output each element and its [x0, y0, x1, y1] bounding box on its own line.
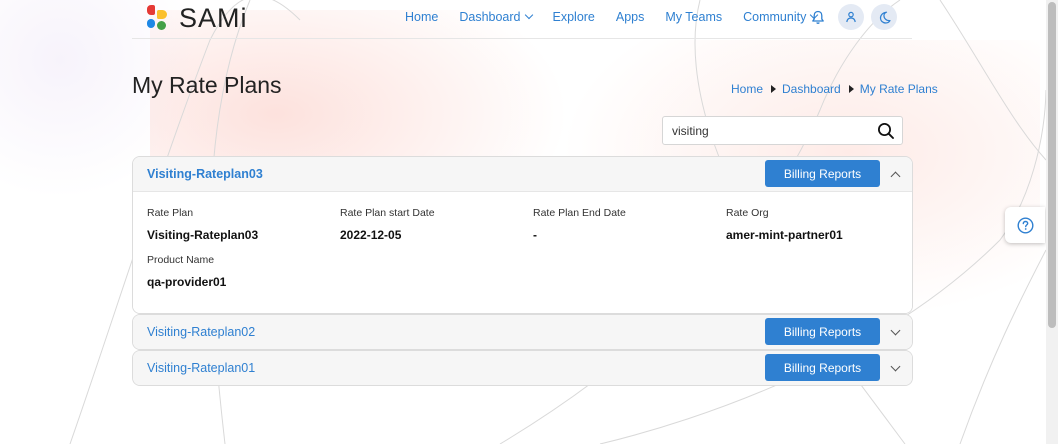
nav-dashboard[interactable]: Dashboard [459, 10, 533, 24]
bell-icon [812, 10, 824, 24]
scrollbar-thumb[interactable] [1048, 2, 1056, 328]
collapse-toggle[interactable] [888, 167, 902, 181]
nav-home[interactable]: Home [405, 10, 438, 24]
field-label: Rate Plan [147, 207, 194, 219]
logo-text: SAMi [179, 3, 248, 33]
field-end-date: Rate Plan End Date - [533, 207, 626, 242]
page-title: My Rate Plans [132, 72, 282, 98]
billing-reports-button[interactable]: Billing Reports [765, 160, 880, 187]
breadcrumb-separator-icon [848, 85, 854, 93]
notifications-button[interactable] [805, 4, 831, 30]
page-scrollbar[interactable] [1046, 0, 1058, 444]
nav-explore-label: Explore [552, 10, 595, 24]
chevron-down-icon [890, 325, 900, 335]
rate-plan-card: Visiting-Rateplan03 Billing Reports Rate… [132, 156, 913, 314]
field-label: Rate Org [726, 207, 769, 219]
user-profile-button[interactable] [838, 4, 864, 30]
rate-plan-header[interactable]: Visiting-Rateplan03 Billing Reports [133, 157, 912, 191]
field-product-name: Product Name qa-provider01 [147, 254, 226, 289]
nav-apps-label: Apps [615, 10, 645, 24]
expand-toggle[interactable] [888, 325, 902, 339]
field-label: Rate Plan End Date [533, 207, 626, 219]
billing-reports-button[interactable]: Billing Reports [765, 354, 880, 381]
rate-plan-header[interactable]: Visiting-Rateplan01 Billing Reports [133, 351, 912, 385]
field-value: Visiting-Rateplan03 [147, 228, 259, 242]
chevron-down-icon [890, 361, 900, 371]
field-label: Product Name [147, 254, 215, 266]
field-value: - [533, 228, 537, 242]
nav-my-teams-label: My Teams [665, 10, 723, 24]
header-divider [132, 38, 912, 39]
rate-plan-header[interactable]: Visiting-Rateplan02 Billing Reports [133, 315, 912, 349]
search-box [662, 116, 903, 145]
nav-my-teams[interactable]: My Teams [665, 10, 722, 24]
chevron-down-icon [524, 10, 533, 20]
nav-explore[interactable]: Explore [553, 10, 595, 24]
breadcrumb-separator-icon [771, 85, 777, 93]
field-start-date: Rate Plan start Date 2022-12-05 [340, 207, 435, 242]
main-nav: Home Dashboard Explore Apps My Teams Com… [405, 10, 838, 24]
field-rate-org: Rate Org amer-mint-partner01 [726, 207, 843, 242]
breadcrumb-current[interactable]: My Rate Plans [860, 82, 938, 96]
field-value: 2022-12-05 [340, 228, 402, 242]
top-header: SAMi Home Dashboard Explore Apps My Team… [0, 0, 1058, 38]
rate-plan-title[interactable]: Visiting-Rateplan02 [147, 325, 255, 339]
rate-plan-card: Visiting-Rateplan01 Billing Reports [132, 350, 913, 386]
breadcrumb-dashboard[interactable]: Dashboard [782, 82, 841, 96]
rate-plan-details: Rate Plan Visiting-Rateplan03 Rate Plan … [133, 191, 912, 313]
logo-mark-icon [147, 5, 169, 31]
breadcrumb: Home Dashboard My Rate Plans [731, 82, 938, 96]
nav-dashboard-label: Dashboard [459, 10, 521, 24]
rate-plan-title[interactable]: Visiting-Rateplan01 [147, 361, 255, 375]
nav-community-label: Community [743, 10, 807, 24]
search-icon[interactable] [877, 122, 895, 140]
expand-toggle[interactable] [888, 361, 902, 375]
chevron-up-icon [890, 171, 900, 181]
field-rate-plan: Rate Plan Visiting-Rateplan03 [147, 207, 258, 242]
user-icon [846, 11, 856, 23]
help-button[interactable] [1005, 207, 1045, 243]
nav-apps[interactable]: Apps [616, 10, 645, 24]
nav-home-label: Home [405, 10, 439, 24]
rate-plan-card: Visiting-Rateplan02 Billing Reports [132, 314, 913, 350]
moon-icon [879, 11, 891, 24]
question-circle-icon [1016, 216, 1034, 234]
logo[interactable]: SAMi [147, 3, 248, 33]
field-value: qa-provider01 [147, 275, 227, 289]
field-value: amer-mint-partner01 [726, 228, 843, 242]
theme-toggle-button[interactable] [871, 4, 897, 30]
breadcrumb-home[interactable]: Home [731, 82, 763, 96]
search-input[interactable] [663, 117, 863, 144]
billing-reports-button[interactable]: Billing Reports [765, 318, 880, 345]
rate-plan-title[interactable]: Visiting-Rateplan03 [147, 167, 263, 181]
field-label: Rate Plan start Date [340, 207, 435, 219]
